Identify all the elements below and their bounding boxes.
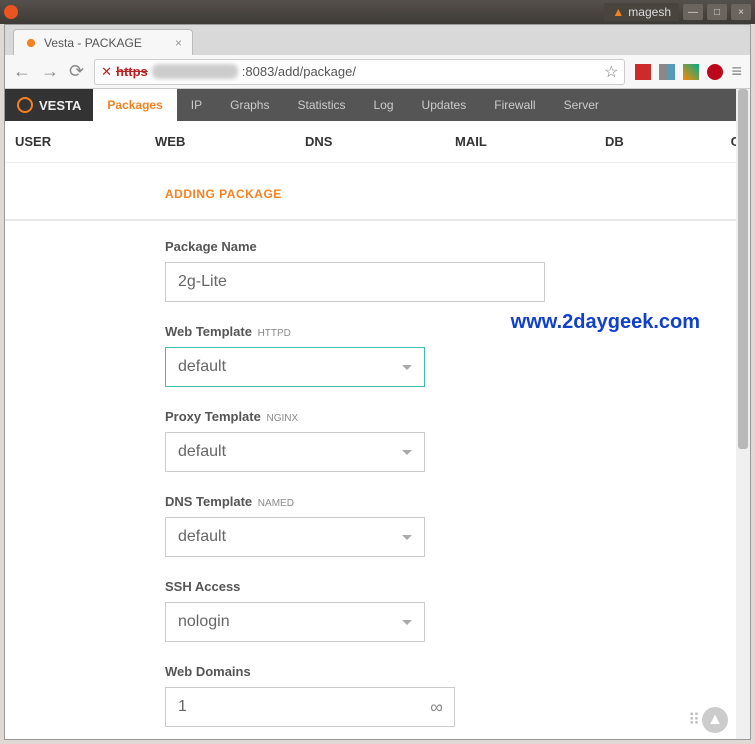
nav-packages[interactable]: Packages (93, 89, 176, 121)
scrollbar-thumb[interactable] (738, 89, 748, 449)
subnav-dns[interactable]: DNS (305, 134, 455, 149)
tab-strip: Vesta - PACKAGE × (5, 25, 750, 55)
os-titlebar: ▲ magesh — □ × (0, 0, 755, 24)
subnav-mail[interactable]: MAIL (455, 134, 605, 149)
footer-icons: ⠿ ▲ (688, 707, 728, 733)
proxy-template-label: Proxy Template NGINX (165, 409, 750, 424)
nav-updates[interactable]: Updates (408, 89, 481, 121)
https-warning-icon: ✕ (101, 64, 112, 80)
pinterest-icon[interactable] (707, 64, 723, 80)
dns-template-label: DNS Template NAMED (165, 494, 750, 509)
field-web-domains: Web Domains ∞ (165, 664, 750, 727)
ssh-access-label: SSH Access (165, 579, 750, 594)
web-domains-label: Web Domains (165, 664, 750, 679)
nav-log[interactable]: Log (360, 89, 408, 121)
nav-ip[interactable]: IP (177, 89, 216, 121)
logo-icon (17, 97, 33, 113)
browser-window: Vesta - PACKAGE × ← → ⟳ ✕ https xxxx :80… (4, 24, 751, 740)
scrollbar-vertical[interactable] (736, 89, 750, 739)
favicon-icon (24, 36, 38, 50)
field-proxy-template: Proxy Template NGINX default (165, 409, 750, 472)
url-input[interactable]: ✕ https xxxx :8083/add/package/ ☆ (94, 59, 625, 85)
subnav-db[interactable]: DB (605, 134, 705, 149)
web-template-select[interactable]: default (165, 347, 425, 387)
dns-template-select[interactable]: default (165, 517, 425, 557)
extension-icons: ≡ (635, 61, 742, 82)
extension-icon[interactable] (659, 64, 675, 80)
nav-firewall[interactable]: Firewall (480, 89, 549, 121)
vesta-sub-nav: USER WEB DNS MAIL DB C (5, 121, 750, 163)
url-path: :8083/add/package/ (242, 64, 356, 79)
page-content: VESTA Packages IP Graphs Statistics Log … (5, 89, 750, 739)
resize-grip-icon: ⠿ (688, 710, 698, 730)
ssh-access-select[interactable]: nologin (165, 602, 425, 642)
window-minimize-button[interactable]: — (683, 4, 703, 20)
url-host-redacted: xxxx (152, 64, 238, 79)
ubuntu-icon (4, 5, 18, 19)
nav-statistics[interactable]: Statistics (283, 89, 359, 121)
scroll-top-button[interactable]: ▲ (702, 707, 728, 733)
vesta-logo[interactable]: VESTA (5, 89, 93, 121)
vesta-top-nav: VESTA Packages IP Graphs Statistics Log … (5, 89, 750, 121)
form-title: ADDING PACKAGE (165, 163, 750, 219)
address-bar: ← → ⟳ ✕ https xxxx :8083/add/package/ ☆ … (5, 55, 750, 89)
field-dns-template: DNS Template NAMED default (165, 494, 750, 557)
extension-icon[interactable] (635, 64, 651, 80)
nav-graphs[interactable]: Graphs (216, 89, 283, 121)
subnav-web[interactable]: WEB (155, 134, 305, 149)
nav-forward-button[interactable]: → (41, 61, 59, 82)
package-name-input[interactable] (165, 262, 545, 302)
nav-reload-button[interactable]: ⟳ (69, 61, 84, 82)
url-scheme: https (116, 64, 148, 79)
proxy-template-select[interactable]: default (165, 432, 425, 472)
bookmark-star-icon[interactable]: ☆ (604, 62, 618, 82)
nav-server[interactable]: Server (550, 89, 613, 121)
tab-title: Vesta - PACKAGE (44, 36, 142, 50)
package-form: ADDING PACKAGE Package Name Web Template… (5, 163, 750, 739)
user-menu[interactable]: ▲ magesh (604, 3, 679, 21)
field-ssh-access: SSH Access nologin (165, 579, 750, 642)
subnav-user[interactable]: USER (15, 134, 155, 149)
window-close-button[interactable]: × (731, 4, 751, 20)
watermark-text: www.2daygeek.com (511, 311, 700, 334)
browser-menu-button[interactable]: ≡ (731, 61, 742, 82)
window-maximize-button[interactable]: □ (707, 4, 727, 20)
field-package-name: Package Name (165, 239, 750, 302)
nav-back-button[interactable]: ← (13, 61, 31, 82)
browser-tab[interactable]: Vesta - PACKAGE × (13, 29, 193, 55)
extension-icon[interactable] (683, 64, 699, 80)
tab-close-button[interactable]: × (175, 36, 182, 50)
web-domains-input[interactable] (165, 687, 455, 727)
package-name-label: Package Name (165, 239, 750, 254)
infinity-icon[interactable]: ∞ (430, 697, 443, 718)
